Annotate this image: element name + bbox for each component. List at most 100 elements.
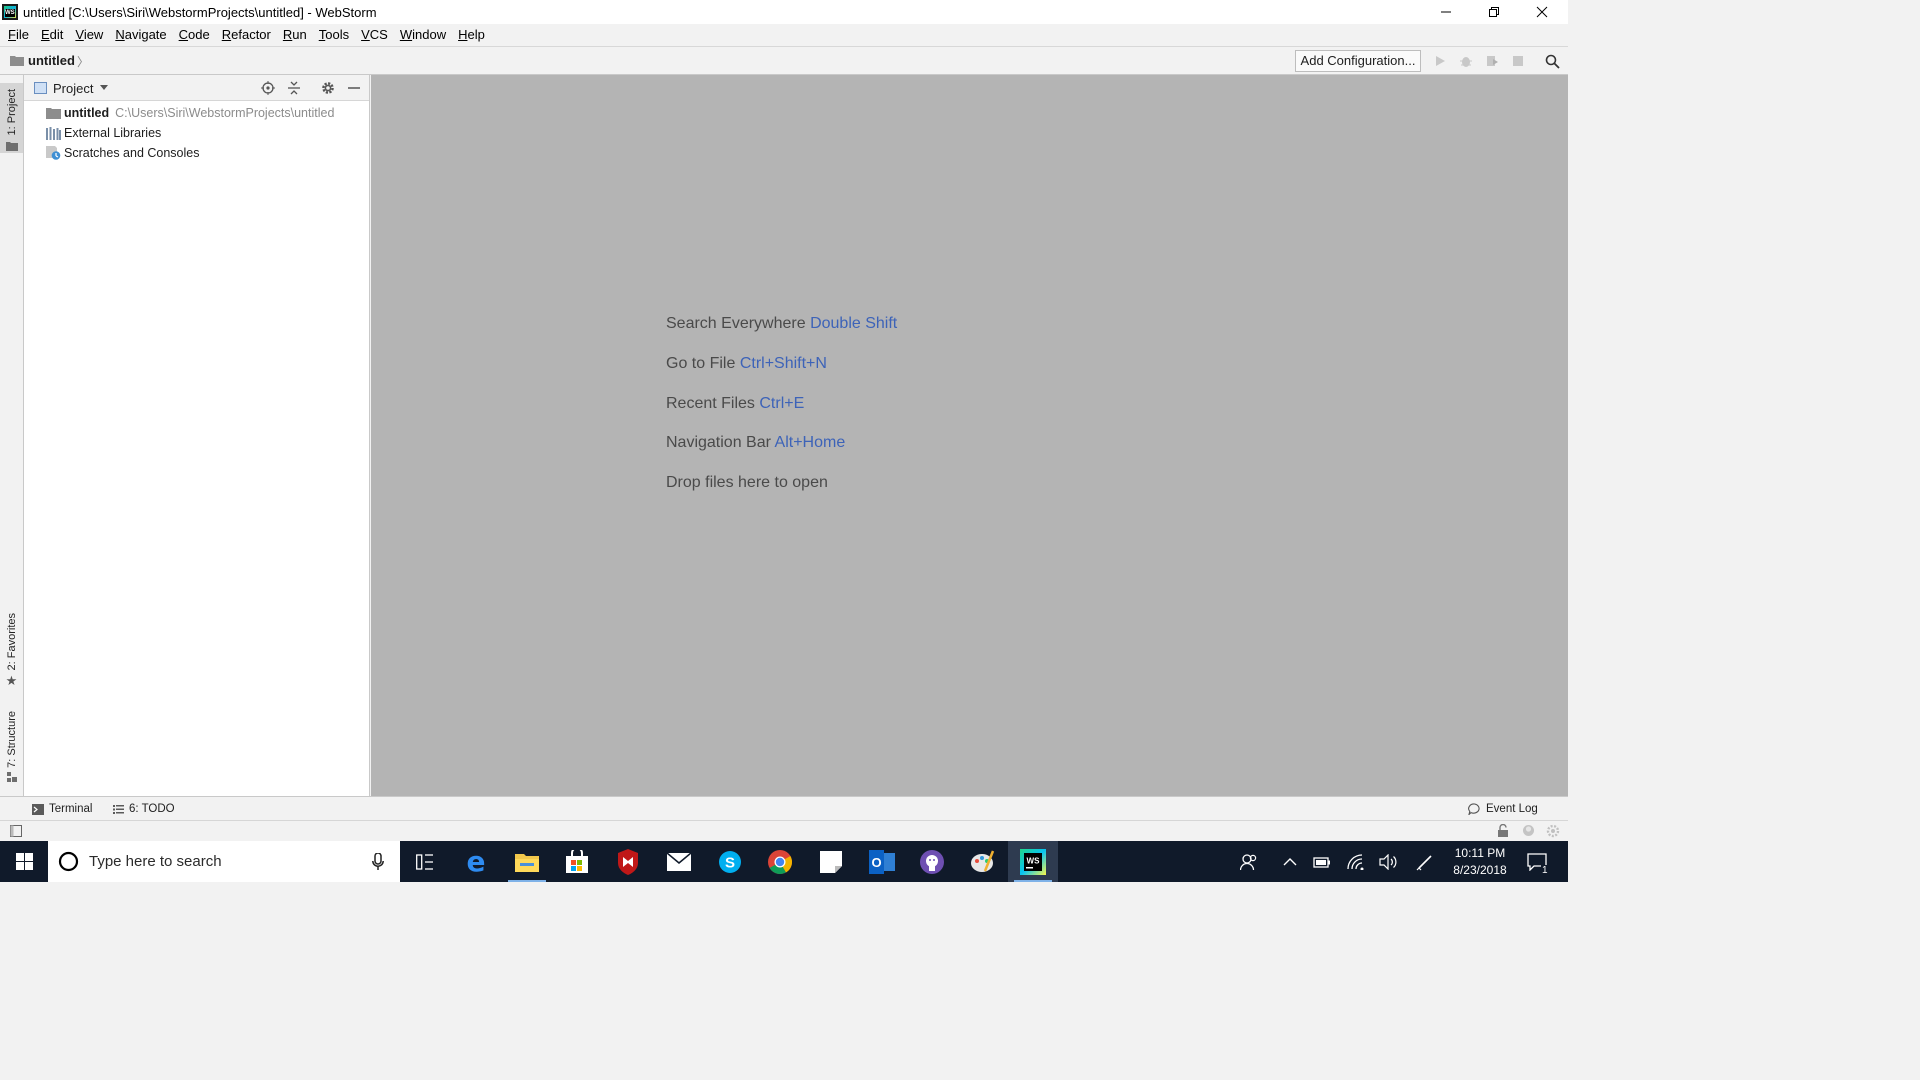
paint-icon[interactable]	[957, 841, 1007, 882]
hint-label: Drop files here to open	[666, 474, 828, 491]
restore-button[interactable]	[1470, 0, 1517, 24]
tree-item-project-root[interactable]: untitled C:\Users\Siri\WebstormProjects\…	[46, 103, 334, 123]
svg-text:WS: WS	[1027, 856, 1041, 865]
taskbar-clock[interactable]: 10:11 PM 8/23/2018	[1444, 845, 1516, 879]
menu-edit[interactable]: Edit	[35, 24, 69, 46]
event-log-label: Event Log	[1486, 803, 1538, 815]
breadcrumb-chevron-icon: 〉	[77, 55, 90, 69]
pen-ink-icon[interactable]	[1416, 853, 1434, 871]
github-desktop-icon[interactable]	[907, 841, 957, 882]
hint-shortcut: Alt+Home	[774, 434, 846, 451]
project-panel-header: Project	[24, 75, 369, 101]
hint-shortcut: Double Shift	[810, 315, 898, 332]
menu-code[interactable]: Code	[173, 24, 216, 46]
menu-tools[interactable]: Tools	[313, 24, 355, 46]
hint-shortcut: Ctrl+E	[759, 395, 805, 412]
bottom-tool-stripe: Terminal 6: TODO Event Log	[0, 796, 1568, 820]
windows-taskbar: Type here to search e S O WS 10:11 PM 8/…	[0, 841, 1568, 882]
edge-browser-icon[interactable]: e	[451, 841, 501, 882]
folder-icon	[46, 106, 62, 120]
menu-refactor[interactable]: Refactor	[216, 24, 277, 46]
clock-time: 10:11 PM	[1454, 846, 1506, 860]
scratches-icon	[46, 146, 62, 160]
battery-icon[interactable]	[1313, 853, 1331, 871]
memory-indicator-icon[interactable]	[1546, 824, 1560, 838]
terminal-label: Terminal	[49, 803, 93, 815]
menu-run[interactable]: Run	[277, 24, 313, 46]
mcafee-icon[interactable]	[603, 841, 653, 882]
inspector-icon[interactable]	[1522, 824, 1535, 837]
microsoft-store-icon[interactable]	[552, 841, 602, 882]
menu-view[interactable]: View	[69, 24, 109, 46]
navigation-bar: untitled 〉 Add Configuration...	[0, 46, 1568, 75]
run-with-coverage-icon[interactable]	[1484, 53, 1500, 69]
cortana-icon	[58, 851, 79, 872]
sticky-notes-icon[interactable]	[806, 841, 856, 882]
people-icon[interactable]	[1240, 853, 1258, 871]
svg-text:O: O	[871, 855, 881, 870]
star-icon: ★	[5, 673, 18, 689]
locate-file-icon[interactable]	[260, 80, 276, 96]
toggle-tool-windows-icon[interactable]	[10, 825, 22, 837]
event-log-icon	[1468, 803, 1481, 815]
window-title: untitled [C:\Users\Siri\WebstormProjects…	[23, 4, 377, 20]
hint-label: Recent Files	[666, 395, 755, 412]
hide-panel-icon[interactable]	[346, 80, 362, 96]
structure-icon	[6, 771, 17, 782]
skype-icon[interactable]: S	[705, 841, 755, 882]
collapse-all-icon[interactable]	[286, 80, 302, 96]
menu-window[interactable]: Window	[394, 24, 452, 46]
close-button[interactable]	[1518, 0, 1565, 24]
windows-start-button[interactable]	[0, 841, 48, 882]
outlook-icon[interactable]: O	[857, 841, 907, 882]
menu-file[interactable]: File	[2, 24, 35, 46]
mail-icon[interactable]	[654, 841, 704, 882]
tree-item-external-libraries[interactable]: External Libraries	[46, 123, 161, 143]
todo-label: 6: TODO	[129, 803, 175, 815]
wifi-icon[interactable]	[1347, 853, 1365, 871]
terminal-tool-button[interactable]: Terminal	[32, 801, 92, 817]
webstorm-app-icon[interactable]: WS	[2, 4, 18, 20]
project-panel-title[interactable]: Project	[53, 81, 93, 96]
chevron-up-icon[interactable]	[1281, 853, 1299, 871]
project-tool-button[interactable]: 1: Project	[0, 83, 23, 153]
microphone-icon[interactable]	[372, 853, 384, 871]
editor-empty-area[interactable]: Search Everywhere Double Shift Go to Fil…	[371, 75, 1568, 796]
tree-item-scratches[interactable]: Scratches and Consoles	[46, 143, 200, 163]
breadcrumb-project[interactable]: untitled	[28, 53, 75, 68]
search-everywhere-icon[interactable]	[1544, 53, 1560, 69]
menu-navigate[interactable]: Navigate	[109, 24, 172, 46]
webstorm-taskbar-icon[interactable]: WS	[1008, 841, 1058, 882]
gear-icon[interactable]	[320, 80, 336, 96]
project-root-name: untitled	[64, 106, 110, 120]
svg-text:S: S	[725, 854, 735, 871]
menu-help[interactable]: Help	[452, 24, 491, 46]
taskbar-search-box[interactable]: Type here to search	[48, 841, 400, 882]
file-explorer-icon[interactable]	[502, 841, 552, 882]
chrome-icon[interactable]	[755, 841, 805, 882]
chevron-down-icon[interactable]	[100, 85, 108, 90]
libraries-icon	[46, 126, 62, 140]
event-log-tool-button[interactable]: Event Log	[1468, 801, 1538, 817]
notification-count-badge: 1	[1541, 865, 1549, 876]
hint-label: Go to File	[666, 355, 736, 372]
stop-icon[interactable]	[1510, 53, 1526, 69]
run-icon[interactable]	[1432, 53, 1448, 69]
menu-bar: File Edit View Navigate Code Refactor Ru…	[0, 24, 1568, 46]
menu-vcs[interactable]: VCS	[355, 24, 394, 46]
minimize-button[interactable]	[1422, 0, 1469, 24]
volume-icon[interactable]	[1379, 853, 1397, 871]
task-view-icon[interactable]	[400, 841, 450, 882]
todo-list-icon	[113, 804, 124, 814]
hint-go-to-file: Go to File Ctrl+Shift+N	[666, 355, 827, 373]
debug-icon[interactable]	[1458, 53, 1474, 69]
left-tool-stripe: 1: Project 2: Favorites ★ 7: Structure	[0, 75, 24, 796]
lock-icon[interactable]	[1497, 824, 1509, 837]
clock-date: 8/23/2018	[1453, 863, 1507, 877]
structure-tool-button[interactable]: 7: Structure	[0, 711, 23, 782]
favorites-tool-button[interactable]: 2: Favorites ★	[0, 613, 23, 689]
add-configuration-button[interactable]: Add Configuration...	[1295, 50, 1421, 72]
scratches-label: Scratches and Consoles	[64, 146, 200, 160]
favorites-tool-label: 2: Favorites	[5, 613, 18, 671]
todo-tool-button[interactable]: 6: TODO	[113, 801, 175, 817]
